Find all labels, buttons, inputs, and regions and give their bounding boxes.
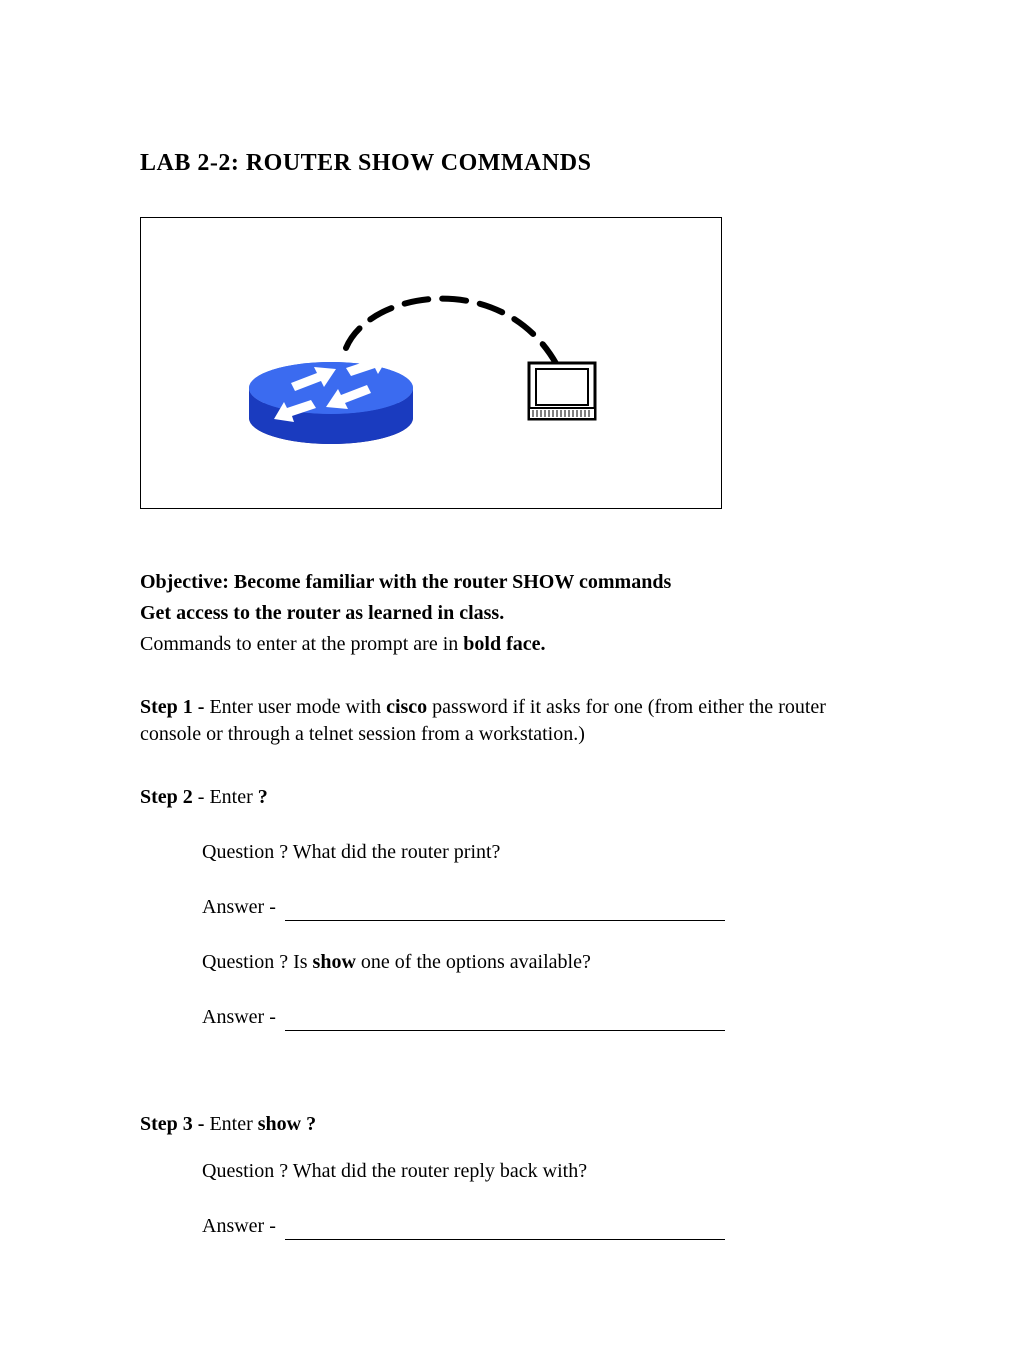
page-title: LAB 2-2: ROUTER SHOW COMMANDS [140,150,880,177]
step-2-qa: Question ? What did the router print? An… [140,839,880,1031]
step-2-question-2: Question ? Is show one of the options av… [202,949,880,976]
answer-blank [285,900,725,921]
objective-block: Objective: Become familiar with the rout… [140,569,880,658]
step-2-question-1: Question ? What did the router print? [202,839,880,866]
objective-line2: Get access to the router as learned in c… [140,602,504,624]
router-icon [249,354,413,444]
step-2: Step 2 - Enter ? Question ? What did the… [140,784,880,1031]
step-1: Step 1 - Enter user mode with cisco pass… [140,694,880,748]
network-diagram [140,217,722,509]
document-page: LAB 2-2: ROUTER SHOW COMMANDS [0,0,1020,1356]
objective-line1: Objective: Become familiar with the rout… [140,571,671,593]
diagram-svg [141,218,721,508]
step-2-heading: Step 2 - Enter ? [140,784,880,811]
step-3-qa: Question ? What did the router reply bac… [140,1158,880,1240]
answer-blank [285,1219,725,1240]
commands-note: Commands to enter at the prompt are in b… [140,631,880,658]
step-3-heading: Step 3 - Enter show ? [140,1111,880,1138]
step-2-answer-1: Answer - [202,894,880,921]
answer-blank [285,1010,725,1031]
step-1-text: Step 1 - Enter user mode with cisco pass… [140,694,880,748]
computer-icon [529,363,595,419]
step-3-question-1: Question ? What did the router reply bac… [202,1158,880,1185]
step-2-answer-2: Answer - [202,1004,880,1031]
step-3-answer-1: Answer - [202,1213,880,1240]
step-3: Step 3 - Enter show ? Question ? What di… [140,1111,880,1240]
